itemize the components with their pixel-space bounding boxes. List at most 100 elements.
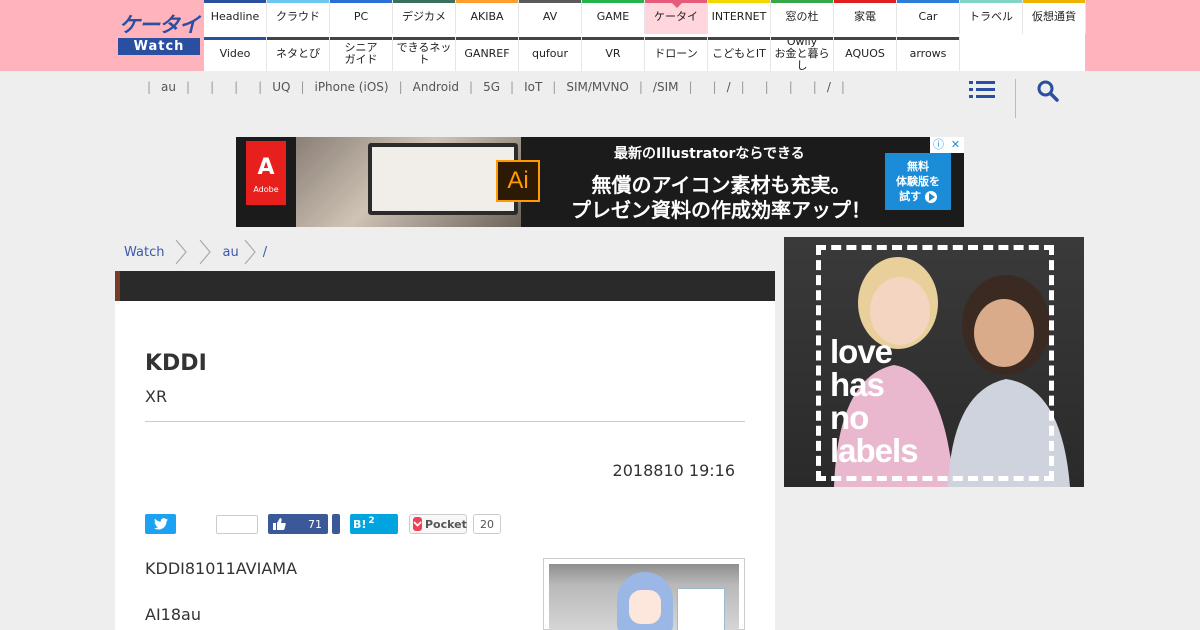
article-date: 2018810 19:16 [612, 461, 735, 480]
site-logo[interactable]: ケータイ Watch [118, 12, 200, 56]
nav-item-row2-4[interactable]: GANREF [456, 37, 519, 71]
photo-sign [677, 588, 725, 630]
play-icon [924, 191, 937, 203]
nav-item-row2-7[interactable]: ドローン [645, 37, 708, 71]
subnav-separator: | [552, 80, 557, 94]
close-icon[interactable]: ✕ [947, 137, 964, 153]
site-nav: Headline クラウド PC デジカメ AKIBA AV GAME ケータイ INTERNE… [204, 0, 1086, 72]
side-ad[interactable]: love has no labels [784, 237, 1084, 487]
nav-item-row1-10[interactable]: 家電 [834, 0, 897, 34]
twitter-icon [153, 518, 168, 530]
nav-item-row1-13[interactable]: 仮想通貨 [1023, 0, 1086, 34]
subnav-item[interactable]: / [723, 80, 735, 94]
pocket-count: 20 [473, 514, 501, 534]
site-header: ケータイ Watch Headline クラウド PC デジカメ AKIBA AV GAME… [0, 0, 1200, 72]
article-main: KDDI XR 2018810 19:16 71 B! 2 Pocket 20 … [115, 271, 775, 630]
subnav-item[interactable]: SIM/MVNO [562, 80, 633, 94]
nav-item-row1-3[interactable]: デジカメ [393, 0, 456, 34]
illustrator-app-icon: Ai [496, 160, 540, 202]
nav-item-label: arrows [909, 47, 947, 60]
nav-item-row2-3[interactable]: できるネット [393, 37, 456, 71]
facebook-share-stub[interactable] [332, 514, 340, 534]
nav-item-label: VR [605, 47, 621, 60]
subnav-item[interactable]: /SIM [649, 80, 683, 94]
photo-character-face [629, 590, 661, 624]
menu-icon[interactable] [969, 78, 995, 102]
banner-ad[interactable]: A Adobe Ai 最新のIllustratorならできる 無償のアイコン素材… [236, 137, 964, 227]
breadcrumb-item-watch[interactable]: Watch [124, 245, 164, 260]
pocket-button[interactable]: Pocket [409, 514, 467, 534]
hatena-bookmark-count: 2 [368, 516, 375, 526]
adobe-logo-text: Adobe [253, 185, 279, 194]
subnav-separator: | [234, 80, 239, 94]
nav-item-row1-5[interactable]: AV [519, 0, 582, 34]
category-subnav: | au | | | | UQ | iPhone (iOS) | Android | 5G | IoT | SI… [133, 80, 859, 94]
nav-item-row1-0[interactable]: Headline [204, 0, 267, 34]
subnav-item[interactable]: au [157, 80, 180, 94]
nav-item-row1-8[interactable]: INTERNET [708, 0, 771, 34]
hatena-bookmark-button[interactable]: B! 2 [350, 514, 398, 534]
thumbs-up-icon [273, 518, 286, 530]
subnav-separator: | [210, 80, 215, 94]
nav-item-row2-10[interactable]: AQUOS [834, 37, 897, 71]
nav-item-label: 仮想通貨 [1032, 10, 1076, 23]
nav-item-label: Owlly お金と暮らし [774, 35, 830, 72]
nav-item-row2-8[interactable]: こどもとIT [708, 37, 771, 71]
subnav-item[interactable]: Android [409, 80, 463, 94]
nav-item-label: Video [219, 47, 251, 60]
subnav-item[interactable]: UQ [268, 80, 294, 94]
subnav-separator: | [812, 80, 817, 94]
subnav-separator: | [688, 80, 693, 94]
nav-item-row2-2[interactable]: シニア ガイド [330, 37, 393, 71]
nav-item-row2-5[interactable]: qufour [519, 37, 582, 71]
subnav-separator: | [712, 80, 717, 94]
nav-item-row1-7[interactable]: ケータイ [645, 0, 708, 34]
nav-item-row2-0[interactable]: Video [204, 37, 267, 71]
nav-item-row1-6[interactable]: GAME [582, 0, 645, 34]
nav-item-row2-11[interactable]: arrows [897, 37, 960, 71]
nav-item-label: ケータイ [654, 10, 698, 23]
pocket-icon [413, 517, 422, 531]
hatena-bookmark-icon: B! [353, 517, 367, 531]
nav-item-row1-9[interactable]: 窓の杜 [771, 0, 834, 34]
breadcrumb-item-current[interactable]: / [263, 245, 267, 260]
nav-item-row2-1[interactable]: ネタとぴ [267, 37, 330, 71]
nav-item-label: こどもとIT [712, 47, 766, 60]
nav-item-label: GAME [596, 10, 630, 23]
nav-item-label: トラベル [969, 10, 1013, 23]
nav-item-row2-6[interactable]: VR [582, 37, 645, 71]
nav-row-secondary: Video ネタとぴ シニア ガイド できるネット GANREF qufour VR ドローン… [204, 35, 960, 72]
ad-choices[interactable]: ⓘ ✕ [930, 137, 964, 153]
nav-item-row2-9[interactable]: Owlly お金と暮らし [771, 35, 834, 72]
nav-item-row1-12[interactable]: トラベル [960, 0, 1023, 34]
adobe-logo-letter: A [257, 155, 275, 180]
nav-item-row1-1[interactable]: クラウド [267, 0, 330, 34]
subnav-item[interactable]: / [823, 80, 835, 94]
nav-item-label: Headline [210, 10, 260, 23]
nav-item-label: INTERNET [711, 10, 767, 23]
subnav-item[interactable]: IoT [520, 80, 546, 94]
ad-slogan-word: love [830, 333, 893, 370]
nav-item-label: 窓の杜 [785, 10, 819, 23]
subnav-item[interactable]: iPhone (iOS) [310, 80, 392, 94]
search-icon[interactable] [1036, 79, 1060, 103]
ad-slogan: love has no labels [830, 333, 919, 467]
subnav-separator: | [300, 80, 305, 94]
nav-item-row1-11[interactable]: Car [897, 0, 960, 34]
facebook-like-button[interactable]: 71 [268, 514, 328, 534]
subnav-item[interactable]: 5G [479, 80, 504, 94]
nav-item-label: AKIBA [470, 10, 504, 23]
twitter-share-button[interactable] [145, 514, 176, 534]
nav-item-label: クラウド [276, 10, 320, 23]
breadcrumb-item-au[interactable]: au [222, 245, 238, 260]
nav-item-label: デジカメ [402, 10, 446, 23]
ad-cta-button[interactable]: 無料 体験版を 試す [885, 153, 951, 210]
article-photo[interactable] [543, 558, 745, 630]
adchoices-icon[interactable]: ⓘ [930, 137, 947, 153]
chevron-right-icon [200, 239, 212, 265]
subnav-separator: | [740, 80, 745, 94]
nav-item-row1-4[interactable]: AKIBA [456, 0, 519, 34]
subnav-separator: | [147, 80, 152, 94]
nav-item-label: Car [918, 10, 938, 23]
nav-item-row1-2[interactable]: PC [330, 0, 393, 34]
